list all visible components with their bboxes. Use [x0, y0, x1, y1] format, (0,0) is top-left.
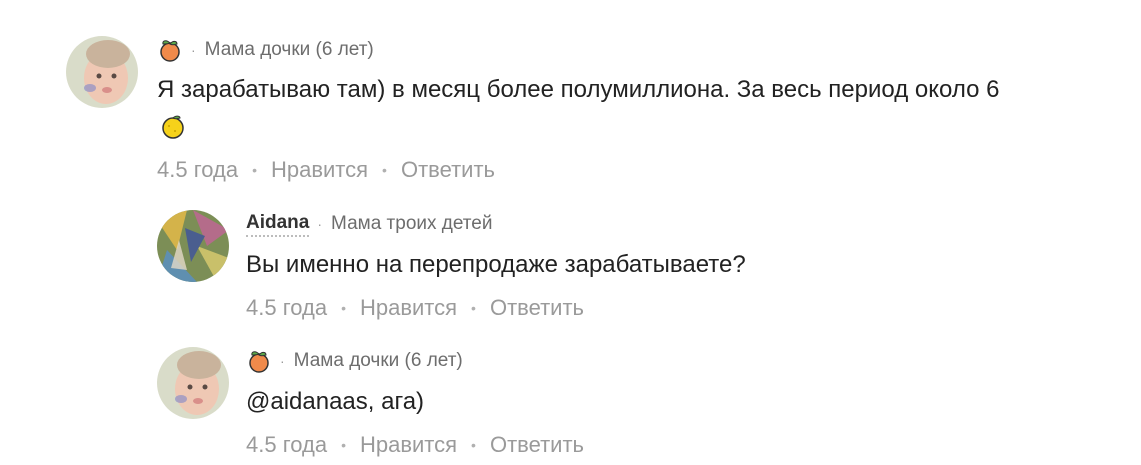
reply-button[interactable]: Ответить: [401, 157, 495, 183]
meta-dot: ·: [191, 42, 196, 58]
comment-time: 4.5 года: [157, 157, 239, 182]
author-subtitle: Мама дочки (6 лет): [204, 39, 374, 60]
author-subtitle: Мама троих детей: [331, 213, 493, 234]
separator-dot: •: [382, 162, 387, 178]
separator-dot: •: [471, 437, 476, 453]
avatar[interactable]: [66, 36, 138, 108]
peach-badge-icon[interactable]: [157, 37, 183, 63]
separator-dot: •: [341, 300, 346, 316]
comment-meta: · Мама дочки (6 лет): [157, 36, 374, 64]
comment-text: Я зарабатываю там) в месяц более полумил…: [157, 76, 1000, 103]
separator-dot: •: [341, 437, 346, 453]
like-button[interactable]: Нравится: [360, 432, 457, 458]
separator-dot: •: [252, 162, 257, 178]
comment-time: 4.5 года: [246, 295, 328, 320]
comment-time: 4.5 года: [246, 432, 328, 457]
meta-dot: ·: [280, 353, 285, 369]
like-button[interactable]: Нравится: [360, 295, 457, 321]
comment-meta: · Мама дочки (6 лет): [246, 347, 463, 375]
comment-text: @aidanaas, ага): [246, 388, 425, 415]
author-name[interactable]: Aidana: [246, 212, 310, 237]
meta-dot: ·: [317, 216, 323, 232]
comment-actions: 4.5 года • Нравится • Ответить: [246, 430, 584, 460]
comment-text: Вы именно на перепродаже зарабатываете?: [246, 251, 746, 278]
comment-actions: 4.5 года • Нравится • Ответить: [157, 155, 495, 185]
author-subtitle: Мама дочки (6 лет): [293, 350, 463, 371]
comment-actions: 4.5 года • Нравится • Ответить: [246, 293, 584, 323]
peach-badge-icon[interactable]: [246, 348, 272, 374]
comment-meta: Aidana · Мама троих детей: [246, 210, 492, 238]
like-button[interactable]: Нравится: [271, 157, 368, 183]
separator-dot: •: [471, 300, 476, 316]
reply-button[interactable]: Ответить: [490, 295, 584, 321]
lemon-emoji-icon: [159, 112, 187, 140]
reply-button[interactable]: Ответить: [490, 432, 584, 458]
avatar[interactable]: [157, 347, 229, 419]
avatar[interactable]: [157, 210, 229, 282]
